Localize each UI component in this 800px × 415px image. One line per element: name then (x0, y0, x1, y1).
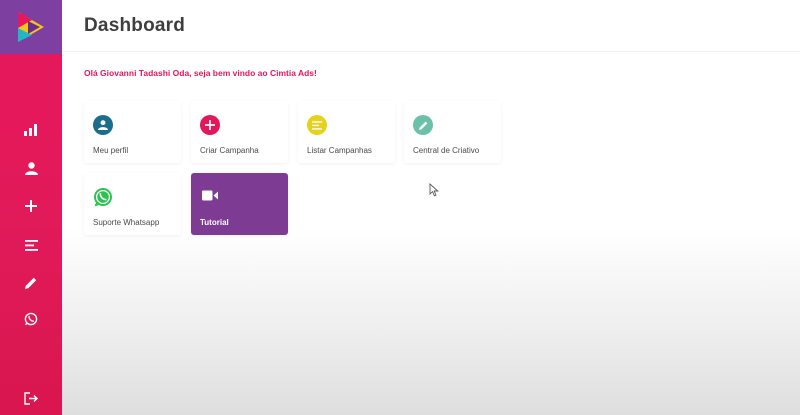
card-suporte-whatsapp[interactable]: Suporte Whatsapp (84, 173, 181, 235)
card-label: Tutorial (200, 218, 229, 227)
card-label: Suporte Whatsapp (93, 218, 160, 227)
sidebar (0, 0, 62, 415)
bar-chart-icon (24, 124, 37, 136)
mouse-cursor-icon (429, 183, 439, 197)
plus-icon (25, 200, 37, 212)
sidebar-item-create[interactable] (19, 194, 43, 218)
list-icon (307, 115, 327, 135)
card-label: Meu perfil (93, 146, 129, 155)
user-icon (24, 161, 38, 175)
logo-icon (18, 12, 44, 42)
plus-icon (200, 115, 220, 135)
app-logo[interactable] (0, 0, 62, 54)
sidebar-item-creative[interactable] (19, 271, 43, 295)
sidebar-item-logout[interactable] (19, 386, 43, 410)
sidebar-item-list[interactable] (19, 233, 43, 257)
video-camera-icon (200, 185, 220, 205)
page-title: Dashboard (84, 15, 186, 36)
card-tutorial[interactable]: Tutorial (191, 173, 288, 235)
pencil-icon (25, 277, 37, 289)
card-central-de-criativo[interactable]: Central de Criativo (404, 101, 501, 163)
sidebar-item-profile[interactable] (19, 156, 43, 180)
card-label: Central de Criativo (413, 146, 480, 155)
card-label: Listar Campanhas (307, 146, 372, 155)
card-label: Criar Campanha (200, 146, 259, 155)
logout-icon (24, 391, 38, 405)
card-meu-perfil[interactable]: Meu perfil (84, 101, 181, 163)
card-criar-campanha[interactable]: Criar Campanha (191, 101, 288, 163)
sidebar-item-whatsapp[interactable] (19, 307, 43, 331)
card-listar-campanhas[interactable]: Listar Campanhas (298, 101, 395, 163)
sidebar-item-reports[interactable] (19, 118, 43, 142)
welcome-message: Olá Giovanni Tadashi Oda, seja bem vindo… (84, 68, 317, 78)
user-icon (93, 115, 113, 135)
whatsapp-icon (24, 312, 38, 326)
whatsapp-icon (92, 186, 114, 208)
list-icon (24, 239, 38, 251)
main-content: Dashboard Olá Giovanni Tadashi Oda, seja… (62, 0, 800, 415)
top-bar: Dashboard (62, 0, 800, 52)
pencil-icon (413, 115, 433, 135)
